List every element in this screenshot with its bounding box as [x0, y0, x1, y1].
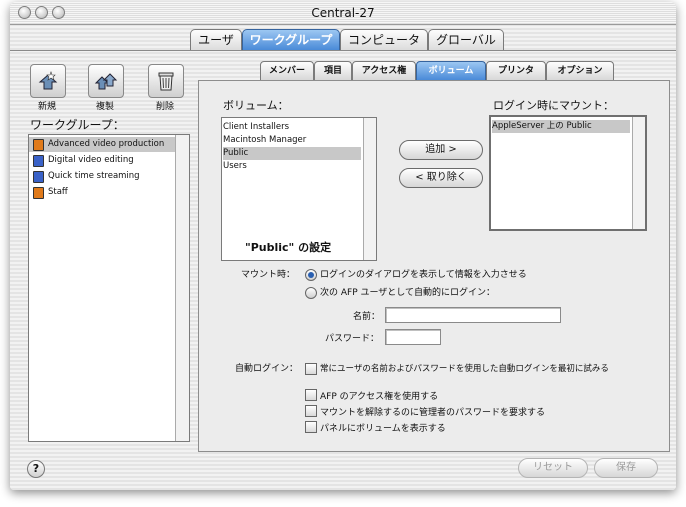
tab-items[interactable]: 項目 — [314, 61, 352, 80]
volumes-heading: ボリューム： — [223, 99, 289, 112]
mount-list[interactable]: AppleServer 上の Public — [489, 115, 647, 231]
list-item-label: Advanced video production — [48, 139, 165, 149]
password-field[interactable] — [385, 329, 441, 345]
title-bar[interactable]: Central-27 — [10, 2, 676, 25]
tab-workgroups[interactable]: ワークグループ — [242, 29, 340, 50]
list-item[interactable]: Users — [223, 160, 361, 173]
list-item[interactable]: Macintosh Manager — [223, 134, 361, 147]
name-field[interactable] — [385, 307, 561, 323]
checkbox-auto-login-label: 常にユーザの名前およびパスワードを使用した自動ログインを最初に試みる — [320, 364, 609, 374]
list-item-label: Staff — [48, 187, 68, 197]
list-item-label: Quick time streaming — [48, 171, 140, 181]
list-item[interactable]: Quick time streaming — [29, 169, 176, 184]
delete-button[interactable] — [148, 64, 184, 98]
list-item[interactable]: Client Installers — [223, 121, 361, 134]
delete-label: 削除 — [155, 102, 174, 112]
add-button[interactable]: 追加 > — [399, 140, 483, 160]
new-workgroup-icon — [38, 71, 58, 90]
radio-auto-login[interactable] — [305, 287, 317, 299]
new-button[interactable] — [30, 64, 66, 98]
checkbox-afp-access[interactable] — [305, 389, 317, 401]
window: Central-27 ユーザ ワークグループ コンピュータ グローバル 新規 複… — [10, 2, 676, 490]
tab-computers[interactable]: コンピュータ — [340, 29, 428, 50]
tab-access[interactable]: アクセス権 — [352, 61, 416, 80]
tab-users[interactable]: ユーザ — [190, 29, 242, 50]
duplicate-button[interactable] — [88, 64, 124, 98]
workgroup-icon — [33, 187, 44, 199]
list-item-label: Digital video editing — [48, 155, 134, 165]
tab-volumes[interactable]: ボリューム — [416, 61, 486, 80]
workgroup-scrollbar[interactable] — [175, 135, 189, 441]
trash-icon — [158, 72, 174, 91]
remove-button[interactable]: < 取り除く — [399, 168, 483, 188]
radio-show-dialog[interactable] — [305, 269, 317, 281]
checkbox-show-in-panel-label: パネルにボリュームを表示する — [320, 424, 446, 434]
radio-auto-login-label: 次の AFP ユーザとして自動的にログイン： — [320, 288, 496, 298]
list-item[interactable]: Digital video editing — [29, 153, 176, 168]
tab-printers[interactable]: プリンタ — [486, 61, 546, 80]
tab-members[interactable]: メンバー — [260, 61, 314, 80]
tab-divider — [10, 50, 676, 51]
workgroup-icon — [33, 155, 44, 167]
name-label: 名前： — [353, 312, 381, 322]
list-item[interactable]: Public — [223, 147, 361, 160]
new-label: 新規 — [37, 102, 56, 112]
workgroup-icon — [33, 171, 44, 183]
list-item[interactable]: AppleServer 上の Public — [492, 120, 630, 133]
mount-list-scrollbar[interactable] — [632, 117, 645, 229]
settings-title: "Public" の設定 — [245, 241, 332, 254]
workgroups-heading: ワークグループ： — [30, 118, 125, 132]
revert-button[interactable]: リセット — [518, 458, 588, 478]
mount-option-label: マウント時： — [241, 270, 296, 280]
mount-heading: ログイン時にマウント： — [493, 99, 614, 112]
checkbox-admin-password[interactable] — [305, 405, 317, 417]
workgroup-list[interactable]: Advanced video production Digital video … — [28, 134, 190, 442]
duplicate-workgroup-icon — [94, 73, 118, 90]
volume-list-scrollbar[interactable] — [363, 118, 376, 260]
window-title: Central-27 — [311, 6, 375, 20]
list-item[interactable]: Advanced video production — [29, 137, 176, 152]
duplicate-label: 複製 — [95, 102, 114, 112]
tab-options[interactable]: オプション — [546, 61, 614, 80]
checkbox-auto-login[interactable] — [305, 363, 317, 375]
volumes-panel: ボリューム： Client Installers Macintosh Manag… — [198, 80, 670, 452]
list-item[interactable]: Staff — [29, 185, 176, 200]
save-button[interactable]: 保存 — [594, 458, 658, 478]
help-button[interactable]: ? — [27, 460, 45, 478]
password-label: パスワード： — [325, 334, 380, 344]
checkbox-afp-access-label: AFP のアクセス権を使用する — [320, 392, 439, 402]
radio-show-dialog-label: ログインのダイアログを表示して情報を入力させる — [320, 270, 527, 280]
workgroup-icon — [33, 139, 44, 151]
checkbox-show-in-panel[interactable] — [305, 421, 317, 433]
tab-global[interactable]: グローバル — [428, 29, 504, 50]
checkbox-admin-password-label: マウントを解除するのに管理者のパスワードを要求する — [320, 408, 546, 418]
auto-login-label: 自動ログイン： — [235, 364, 299, 374]
